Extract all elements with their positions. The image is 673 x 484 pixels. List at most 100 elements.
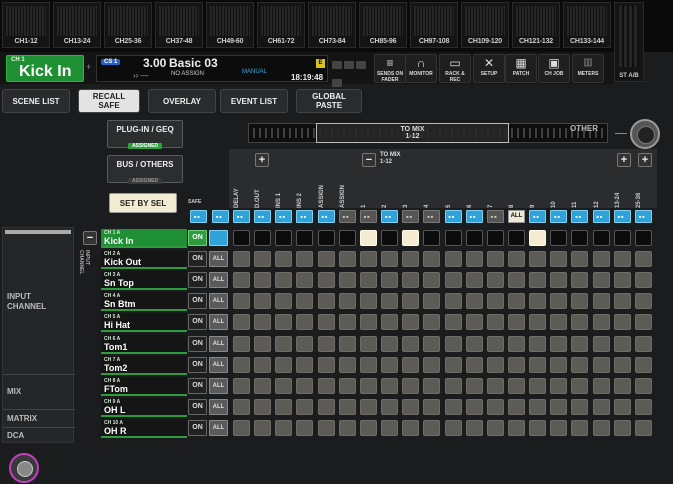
safe-cell[interactable] <box>317 419 335 436</box>
sends-on-fader-button[interactable]: ≡ SENDS ON FADER <box>374 54 406 83</box>
channel-safe-button[interactable]: ALL <box>209 272 228 289</box>
safe-cell[interactable] <box>296 377 314 394</box>
channel-on-button[interactable]: ON <box>188 398 207 415</box>
safe-cell[interactable] <box>486 356 504 373</box>
safe-cell[interactable] <box>338 314 356 331</box>
safe-cell[interactable] <box>402 398 420 415</box>
safe-cell[interactable] <box>444 251 462 268</box>
safe-cell[interactable] <box>571 419 589 436</box>
safe-cell[interactable] <box>296 398 314 415</box>
channel-safe-button[interactable]: ALL <box>209 398 228 415</box>
meters-button[interactable]: ▥ METERS <box>572 54 604 83</box>
category-matrix[interactable]: MATRIX <box>7 414 37 423</box>
safe-cell[interactable] <box>381 356 399 373</box>
safe-cell[interactable] <box>550 314 568 331</box>
safe-cell[interactable] <box>465 272 483 289</box>
safe-cell[interactable] <box>592 356 610 373</box>
channel-safe-button[interactable]: ALL <box>209 293 228 310</box>
safe-cell[interactable] <box>550 398 568 415</box>
safe-cell[interactable] <box>465 356 483 373</box>
safe-cell[interactable] <box>402 230 420 246</box>
safe-cell[interactable] <box>465 398 483 415</box>
safe-cell[interactable] <box>275 272 293 289</box>
safe-cell[interactable] <box>592 419 610 436</box>
safe-cell[interactable] <box>486 272 504 289</box>
safe-cell[interactable] <box>275 251 293 268</box>
safe-cell[interactable] <box>634 272 652 289</box>
safe-cell[interactable] <box>571 272 589 289</box>
safe-cell[interactable] <box>423 335 441 352</box>
safe-cell[interactable] <box>486 419 504 436</box>
touch-and-turn-knob[interactable] <box>9 453 39 483</box>
set-by-sel-button[interactable]: SET BY SEL <box>109 193 177 213</box>
safe-cell[interactable] <box>444 293 462 310</box>
meter-group[interactable]: CH133-144 <box>563 2 611 48</box>
safe-cell[interactable] <box>634 398 652 415</box>
safe-cell[interactable] <box>571 356 589 373</box>
column-safe-button[interactable] <box>296 210 314 223</box>
navigator-window[interactable]: TO MIX 1-12 <box>316 123 509 143</box>
safe-cell[interactable] <box>634 335 652 352</box>
safe-cell[interactable] <box>465 377 483 394</box>
safe-cell[interactable] <box>233 377 250 394</box>
safe-cell[interactable] <box>254 293 272 310</box>
safe-cell[interactable] <box>529 293 547 310</box>
safe-cell[interactable] <box>529 398 547 415</box>
expand-plus-button-right-2[interactable]: + <box>638 153 652 167</box>
safe-cell[interactable] <box>592 230 610 246</box>
safe-cell[interactable] <box>634 314 652 331</box>
safe-cell[interactable] <box>613 356 631 373</box>
safe-cell[interactable] <box>444 335 462 352</box>
column-safe-button[interactable] <box>359 210 377 223</box>
safe-cell[interactable] <box>529 377 547 394</box>
safe-cell[interactable] <box>613 377 631 394</box>
safe-cell[interactable] <box>402 356 420 373</box>
channel-name-button[interactable]: CH 2 A Kick Out <box>101 250 187 270</box>
patch-button[interactable]: ▦ PATCH <box>505 54 537 83</box>
safe-cell[interactable] <box>550 356 568 373</box>
safe-cell[interactable] <box>233 230 250 246</box>
safe-cell[interactable] <box>486 335 504 352</box>
safe-cell[interactable] <box>613 293 631 310</box>
column-safe-button[interactable] <box>381 210 399 223</box>
monitor-button[interactable]: ∩ MONITOR <box>405 54 437 83</box>
safe-cell[interactable] <box>423 230 441 246</box>
safe-cell[interactable] <box>359 377 377 394</box>
safe-cell[interactable] <box>634 251 652 268</box>
meter-group[interactable]: CH1-12 <box>2 2 50 48</box>
safe-cell[interactable] <box>444 419 462 436</box>
tab-recall-safe[interactable]: RECALL SAFE <box>78 89 140 113</box>
safe-cell[interactable] <box>423 356 441 373</box>
safe-cell[interactable] <box>254 377 272 394</box>
safe-cell[interactable] <box>423 398 441 415</box>
category-dca[interactable]: DCA <box>7 431 24 440</box>
safe-cell[interactable] <box>296 272 314 289</box>
safe-cell[interactable] <box>529 335 547 352</box>
safe-cell[interactable] <box>381 377 399 394</box>
safe-cell[interactable] <box>423 377 441 394</box>
safe-cell[interactable] <box>444 272 462 289</box>
column-safe-button[interactable] <box>444 210 462 223</box>
safe-cell[interactable] <box>254 251 272 268</box>
column-safe-button[interactable] <box>402 210 420 223</box>
safe-cell[interactable] <box>296 293 314 310</box>
safe-cell[interactable] <box>359 251 377 268</box>
safe-cell[interactable] <box>613 398 631 415</box>
safe-cell[interactable] <box>550 335 568 352</box>
safe-cell[interactable] <box>592 398 610 415</box>
safe-cell[interactable] <box>381 293 399 310</box>
safe-cell[interactable] <box>486 377 504 394</box>
safe-cell[interactable] <box>423 314 441 331</box>
safe-cell[interactable] <box>254 398 272 415</box>
safe-cell[interactable] <box>550 272 568 289</box>
selected-channel-box[interactable]: CH 1 Kick In <box>6 55 84 82</box>
safe-cell[interactable] <box>592 272 610 289</box>
safe-cell[interactable] <box>550 293 568 310</box>
safe-cell[interactable] <box>571 314 589 331</box>
safe-cell[interactable] <box>338 356 356 373</box>
safe-cell[interactable] <box>402 272 420 289</box>
channel-name-button[interactable]: CH 10 A OH R <box>101 418 187 438</box>
meter-group[interactable]: CH61-72 <box>257 2 305 48</box>
tab-event-list[interactable]: EVENT LIST <box>220 89 288 113</box>
safe-cell[interactable] <box>592 251 610 268</box>
